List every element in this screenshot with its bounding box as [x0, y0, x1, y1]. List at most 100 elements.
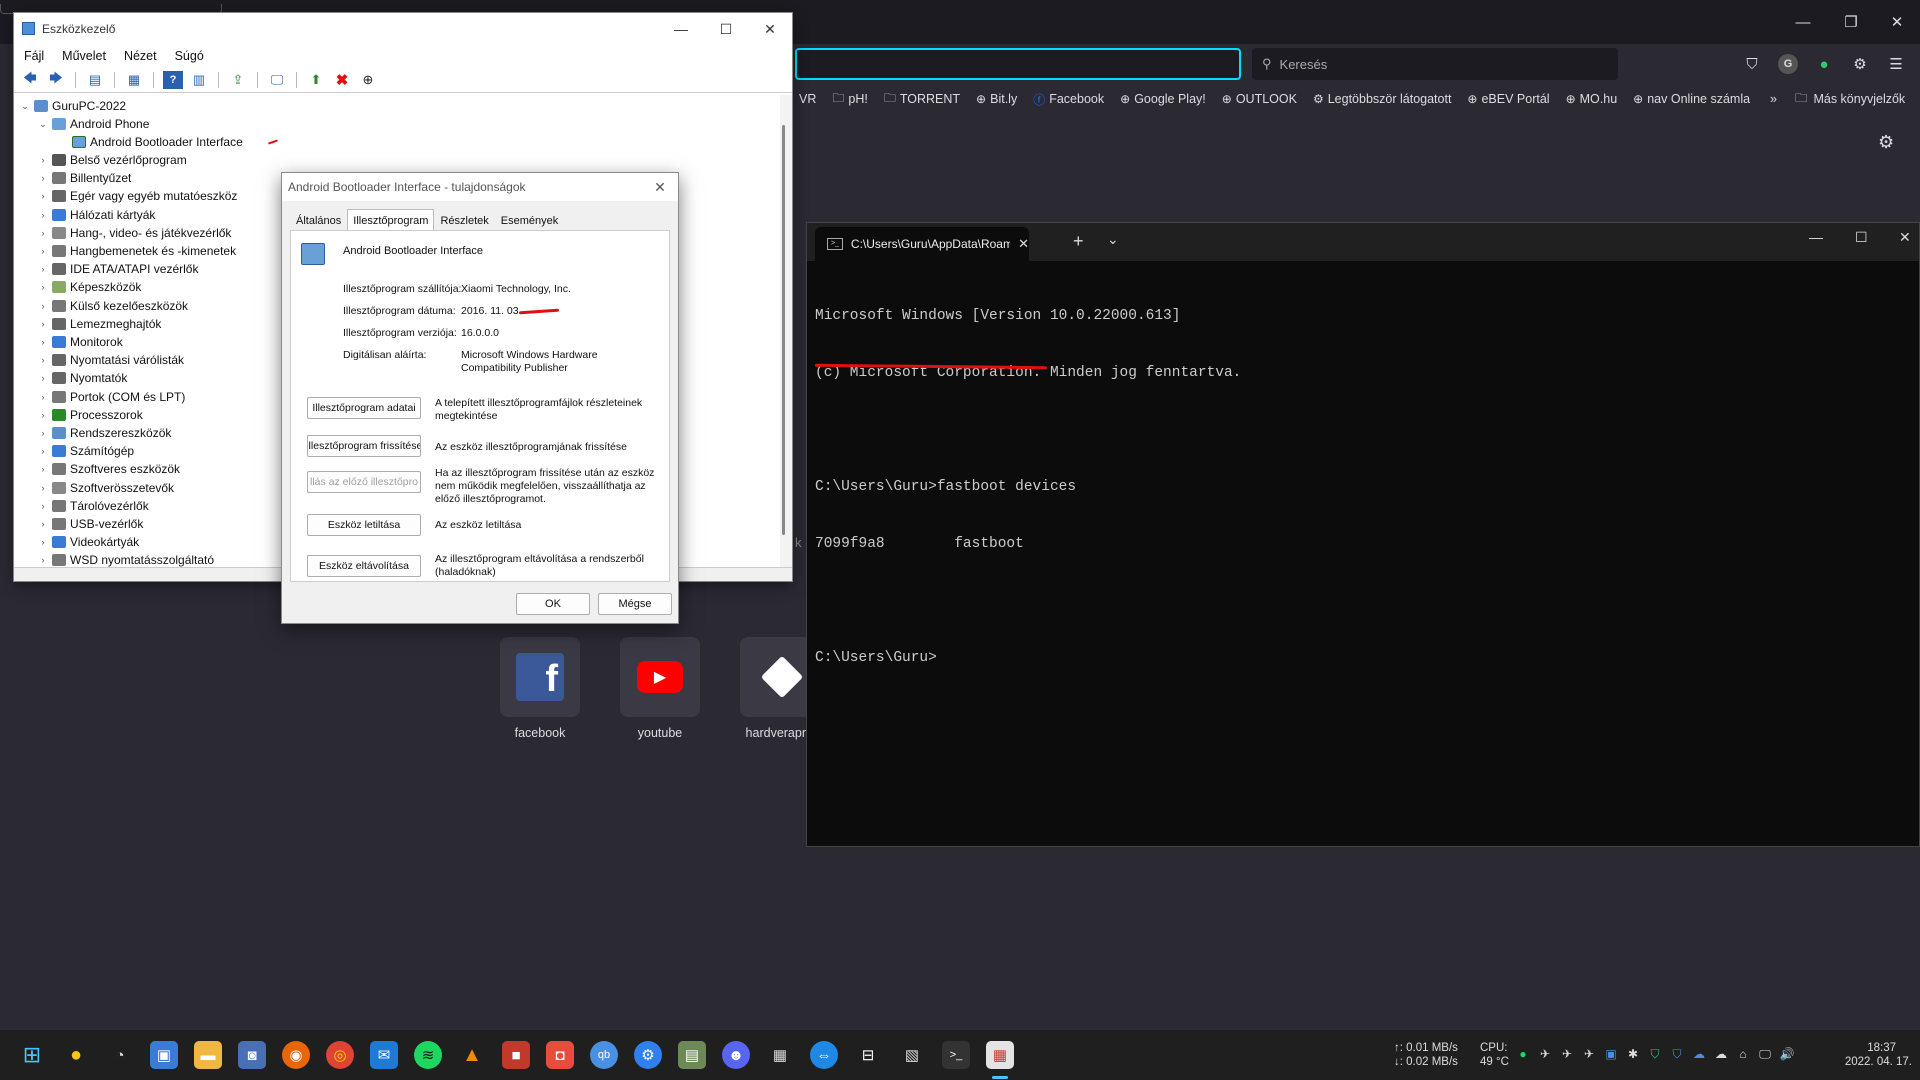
shortcut-tile-youtube[interactable]: ▶: [620, 637, 700, 717]
store-icon[interactable]: ⊟: [854, 1041, 882, 1069]
mail-icon[interactable]: ✉: [370, 1041, 398, 1069]
vlc-cone-icon[interactable]: ▲: [458, 1041, 486, 1069]
tree-category-item[interactable]: › Hálózati kártyák: [38, 206, 156, 224]
tree-root[interactable]: ⌄ GuruPC-2022: [20, 97, 126, 115]
menu-file[interactable]: Fájl: [24, 49, 44, 63]
ok-button[interactable]: OK: [516, 593, 590, 615]
gear-icon[interactable]: ⚙: [1850, 54, 1870, 74]
spotify-tray-icon[interactable]: ●: [1516, 1047, 1530, 1061]
spotify-icon[interactable]: ≋: [414, 1041, 442, 1069]
tree-category-item[interactable]: › Egér vagy egyéb mutatóeszköz: [38, 187, 238, 205]
bookmark-item[interactable]: 🗀 pH!: [832, 89, 867, 110]
forward-arrow-icon[interactable]: 🡆: [46, 70, 66, 89]
pocket-icon[interactable]: ⛉: [1742, 54, 1762, 74]
disable-device-button[interactable]: Eszköz letiltása: [307, 514, 421, 536]
chevron-right-icon[interactable]: ›: [38, 319, 48, 329]
bookmark-item[interactable]: ⚙ Legtöbbször látogatott: [1313, 92, 1451, 106]
tree-item-android-phone[interactable]: ⌄ Android Phone: [38, 115, 149, 133]
chevron-right-icon[interactable]: ›: [38, 537, 48, 547]
tree-category-item[interactable]: › Lemezmeghajtók: [38, 315, 162, 333]
tree-category-item[interactable]: › Belső vezérlőprogram: [38, 151, 187, 169]
device-manager-taskbar-icon[interactable]: ▧: [898, 1041, 926, 1069]
close-icon[interactable]: ✕: [1899, 229, 1911, 246]
scan-hardware-icon[interactable]: 🖵: [267, 71, 287, 89]
network-icon[interactable]: 🖵: [1758, 1047, 1772, 1061]
back-arrow-icon[interactable]: 🡄: [20, 70, 40, 89]
tree-category-item[interactable]: › WSD nyomtatásszolgáltató: [38, 551, 215, 567]
steam-like-icon[interactable]: ⚙: [634, 1041, 662, 1069]
help-icon[interactable]: ?: [163, 70, 183, 89]
driver-details-button[interactable]: Illesztőprogram adatai: [307, 397, 421, 419]
shortcut-tile-facebook[interactable]: f: [500, 637, 580, 717]
chevron-right-icon[interactable]: ›: [38, 410, 48, 420]
update-driver-icon[interactable]: ⇪: [228, 71, 248, 89]
chevron-right-icon[interactable]: ›: [38, 246, 48, 256]
volume-icon[interactable]: 🔊: [1780, 1047, 1795, 1061]
bookmark-item[interactable]: ⊕ eBEV Portál: [1467, 92, 1549, 106]
bookmark-item[interactable]: ⊕ Google Play!: [1120, 92, 1206, 106]
tab-general[interactable]: Általános: [290, 211, 347, 231]
tree-category-item[interactable]: › Portok (COM és LPT): [38, 388, 186, 406]
discord-icon[interactable]: ☻: [722, 1041, 750, 1069]
tree-item-android-bootloader[interactable]: Android Bootloader Interface: [72, 133, 243, 151]
maximize-icon[interactable]: ☐: [1855, 229, 1868, 246]
tree-category-item[interactable]: › Tárolóvezérlők: [38, 497, 149, 515]
onedrive-cloud-icon[interactable]: ☁: [1714, 1047, 1728, 1061]
minimize-icon[interactable]: —: [658, 13, 704, 45]
download-icon[interactable]: ⊕: [358, 71, 378, 89]
bluetooth-icon[interactable]: ✱: [1626, 1047, 1640, 1061]
security-shield-icon[interactable]: ⛉: [1648, 1047, 1662, 1061]
menu-action[interactable]: Művelet: [62, 49, 106, 63]
tree-category-item[interactable]: › Videokártyák: [38, 533, 140, 551]
qbittorrent-icon[interactable]: qb: [590, 1041, 618, 1069]
tree-category-item[interactable]: › Nyomtatási várólisták: [38, 351, 185, 369]
chevron-right-icon[interactable]: ›: [38, 483, 48, 493]
chevron-right-icon[interactable]: ›: [38, 555, 48, 565]
tree-category-item[interactable]: › Monitorok: [38, 333, 123, 351]
tree-category-item[interactable]: › Nyomtatók: [38, 369, 128, 387]
tray-app-icon[interactable]: ✈: [1538, 1047, 1552, 1061]
tree-category-item[interactable]: › USB-vezérlők: [38, 515, 144, 533]
menu-view[interactable]: Nézet: [124, 49, 157, 63]
speedometer-icon[interactable]: ◔: [106, 1041, 134, 1069]
chevron-right-icon[interactable]: ›: [38, 210, 48, 220]
update-driver-button[interactable]: Illesztőprogram frissítése: [307, 435, 421, 457]
tree-category-item[interactable]: › IDE ATA/ATAPI vezérlők: [38, 260, 199, 278]
tab-details[interactable]: Részletek: [434, 211, 494, 231]
chevron-down-icon[interactable]: ⌄: [1107, 231, 1119, 248]
terminal-output[interactable]: Microsoft Windows [Version 10.0.22000.61…: [815, 269, 1915, 706]
chevron-right-icon[interactable]: ›: [38, 228, 48, 238]
active-app-icon[interactable]: ▦: [986, 1041, 1014, 1069]
camera-icon[interactable]: ◘: [546, 1041, 574, 1069]
account-icon[interactable]: G: [1778, 54, 1798, 74]
tree-category-item[interactable]: › Hang-, video- és játékvezérlők: [38, 224, 232, 242]
tree-category-item[interactable]: › Processzorok: [38, 406, 143, 424]
firefox-icon[interactable]: ◉: [282, 1041, 310, 1069]
tray-app-icon[interactable]: ▣: [1604, 1047, 1618, 1061]
newtab-settings-gear-icon[interactable]: ⚙: [1878, 132, 1894, 153]
bookmark-item[interactable]: 🗀 TORRENT: [884, 89, 960, 110]
hamburger-menu-icon[interactable]: ☰: [1886, 54, 1906, 74]
file-explorer-folder-icon[interactable]: ▬: [194, 1041, 222, 1069]
bookmark-item[interactable]: ⓕ Facebook: [1033, 91, 1104, 108]
show-hide-tree-icon[interactable]: ▤: [85, 71, 105, 89]
close-icon[interactable]: ✕: [650, 177, 670, 197]
teamviewer-icon[interactable]: ⇔: [810, 1041, 838, 1069]
scrollbar-thumb[interactable]: [782, 125, 785, 535]
view-icon[interactable]: ▥: [189, 71, 209, 89]
search-bar[interactable]: ⚲ Keresés: [1252, 48, 1618, 80]
control-panel-icon[interactable]: ▣: [150, 1041, 178, 1069]
chevron-right-icon[interactable]: ›: [38, 501, 48, 511]
cloud-sync-icon[interactable]: ☁: [1692, 1047, 1706, 1061]
terminal-taskbar-icon[interactable]: >_: [942, 1041, 970, 1069]
image-viewer-icon[interactable]: ▤: [678, 1041, 706, 1069]
chevron-right-icon[interactable]: ›: [38, 337, 48, 347]
bookmark-item[interactable]: ⊕ Bit.ly: [976, 92, 1017, 106]
shortcut-tile-hardverapro[interactable]: [740, 637, 806, 717]
minimize-icon[interactable]: —: [1780, 6, 1826, 38]
minimize-icon[interactable]: —: [1809, 229, 1823, 245]
chevron-right-icon[interactable]: ›: [38, 191, 48, 201]
chevron-right-icon[interactable]: ›: [38, 392, 48, 402]
chevron-right-icon[interactable]: ›: [38, 355, 48, 365]
maximize-icon[interactable]: ☐: [703, 13, 749, 45]
